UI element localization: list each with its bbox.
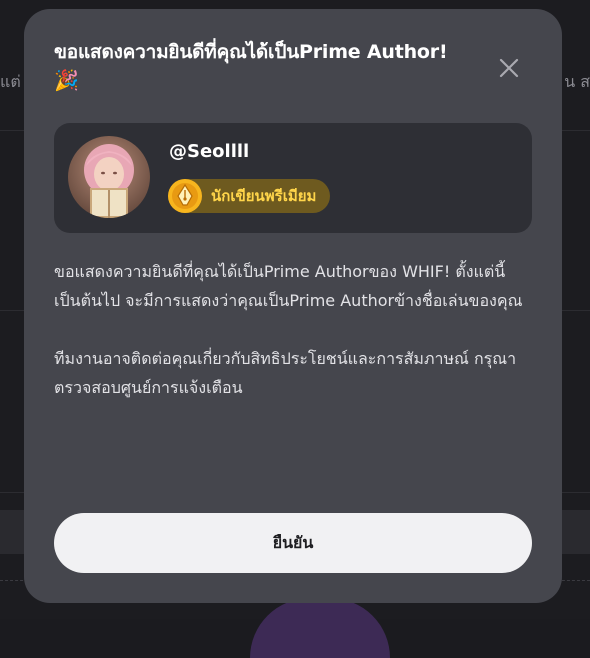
message-paragraph: ขอแสดงความยินดีที่คุณได้เป็นPrime Author… (54, 262, 523, 310)
close-icon (499, 58, 519, 78)
close-button[interactable] (494, 53, 524, 83)
background-input (562, 510, 590, 554)
confirm-button[interactable]: ยืนยัน (54, 513, 532, 573)
prime-author-dialog: ขอแสดงความยินดีที่คุณได้เป็นPrime Author… (24, 9, 562, 603)
background-text: น ส (564, 72, 590, 91)
profile-card: @Seollll นักเขียนพรีเมียม (54, 123, 532, 233)
premium-author-badge: นักเขียนพรีเมียม (168, 179, 331, 213)
background-input (0, 510, 24, 554)
background-text: แต่ ของวั (0, 72, 24, 91)
party-popper-icon: 🎉 (54, 68, 79, 92)
dialog-message: ขอแสดงความยินดีที่คุณได้เป็นPrime Author… (54, 257, 534, 402)
message-paragraph: ทีมงานอาจติดต่อคุณเกี่ยวกับสิทธิประโยชน์… (54, 349, 517, 397)
username: @Seollll (169, 141, 250, 162)
badge-label: นักเขียนพรีเมียม (211, 187, 317, 205)
avatar (68, 136, 150, 218)
dialog-title: ขอแสดงความยินดีที่คุณได้เป็นPrime Author… (54, 38, 474, 95)
background-decoration (250, 598, 390, 658)
dialog-title-text: ขอแสดงความยินดีที่คุณได้เป็นPrime Author… (54, 41, 448, 63)
pen-nib-icon (168, 179, 202, 213)
